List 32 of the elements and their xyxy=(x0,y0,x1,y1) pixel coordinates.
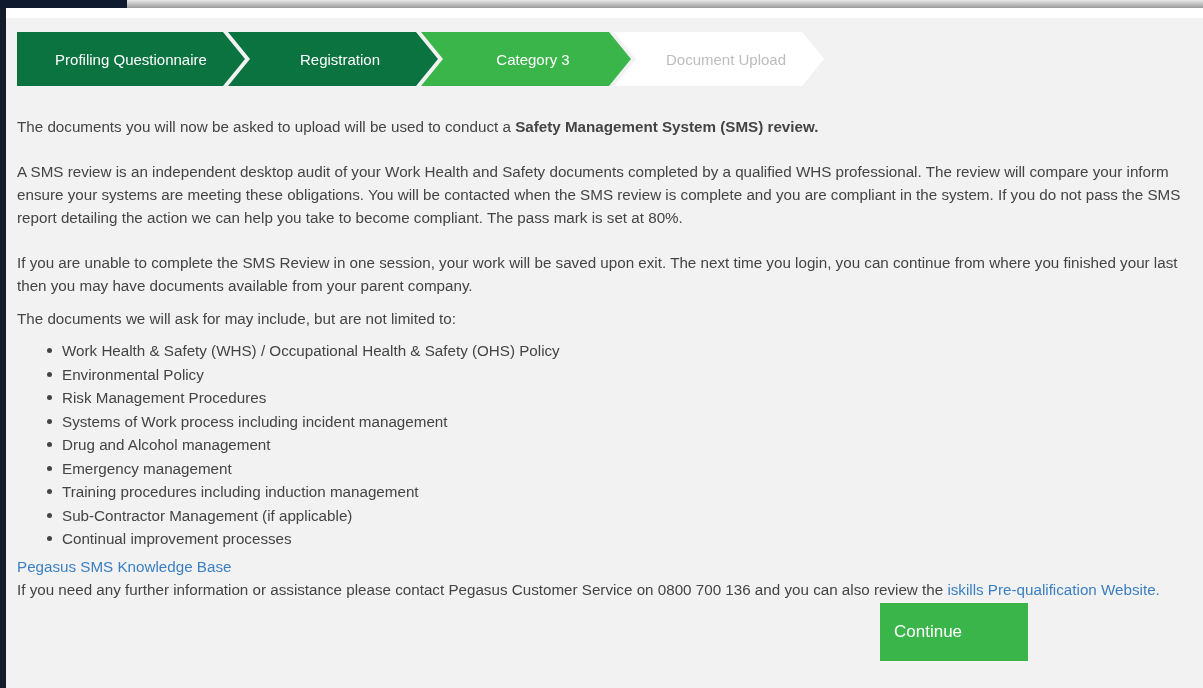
bullet-icon xyxy=(47,489,52,495)
progress-step[interactable]: Registration xyxy=(228,32,438,86)
document-item: Risk Management Procedures xyxy=(62,389,267,407)
document-item: Continual improvement processes xyxy=(62,530,292,548)
document-item: Emergency management xyxy=(62,459,232,477)
document-item: Drug and Alcohol management xyxy=(62,436,271,454)
list-intro: The documents we will ask for may include, but are not limited to: xyxy=(17,309,457,329)
progress-step[interactable]: Profiling Questionnaire xyxy=(17,32,245,86)
document-item: Systems of Work process including incident management xyxy=(62,412,448,430)
contact-text: If you need any further information or assistance please contact Pegasus Customer Service on 0800 700 136 and you can also review the iskills Pre-qualification Website. xyxy=(17,579,1161,600)
document-item: Sub-Contractor Management (if applicable) xyxy=(62,506,353,524)
paragraph-line: If you are unable to complete the SMS Review in one session, your work will be saved upon exit. The next time you login, you can continue from where you finished your last xyxy=(17,253,1179,273)
bullet-icon xyxy=(47,418,52,424)
progress-step[interactable]: Category 3 xyxy=(421,32,631,86)
paragraph-line: A SMS review is an independent desktop audit of your Work Health and Safety documents completed by a qualified WHS professional. The review will compare your inform xyxy=(17,162,1170,182)
document-item: Environmental Policy xyxy=(62,365,204,383)
bullet-icon xyxy=(47,536,52,542)
paragraph-line: report detailing the action we can help you take to become compliant. The pass mark is set at 80%. xyxy=(17,208,684,228)
bullet-icon xyxy=(47,442,52,448)
paragraph-line: then you may have documents available from your parent company. xyxy=(17,276,474,296)
bullet-icon xyxy=(47,395,52,401)
knowledge-base-link[interactable]: Pegasus SMS Knowledge Base xyxy=(17,554,232,578)
document-item: Work Health & Safety (WHS) / Occupational Health & Safety (OHS) Policy xyxy=(62,342,560,360)
intro-text: The documents you will now be asked to upload will be used to conduct a Safety Management System (SMS) review. xyxy=(17,117,820,137)
bullet-icon xyxy=(47,512,52,518)
bullet-icon xyxy=(47,465,52,471)
document-item: Training procedures including induction management xyxy=(62,483,419,501)
bullet-icon xyxy=(47,348,52,354)
continue-button[interactable]: Continue xyxy=(880,602,1028,661)
paragraph-line: ensure your systems are meeting these obligations. You will be contacted when the SMS review is complete and you are compliant in the system. If you do not pass the SMS xyxy=(17,185,1182,205)
bullet-icon xyxy=(47,371,52,377)
website-link[interactable]: iskills Pre-qualification Website. xyxy=(947,580,1160,598)
